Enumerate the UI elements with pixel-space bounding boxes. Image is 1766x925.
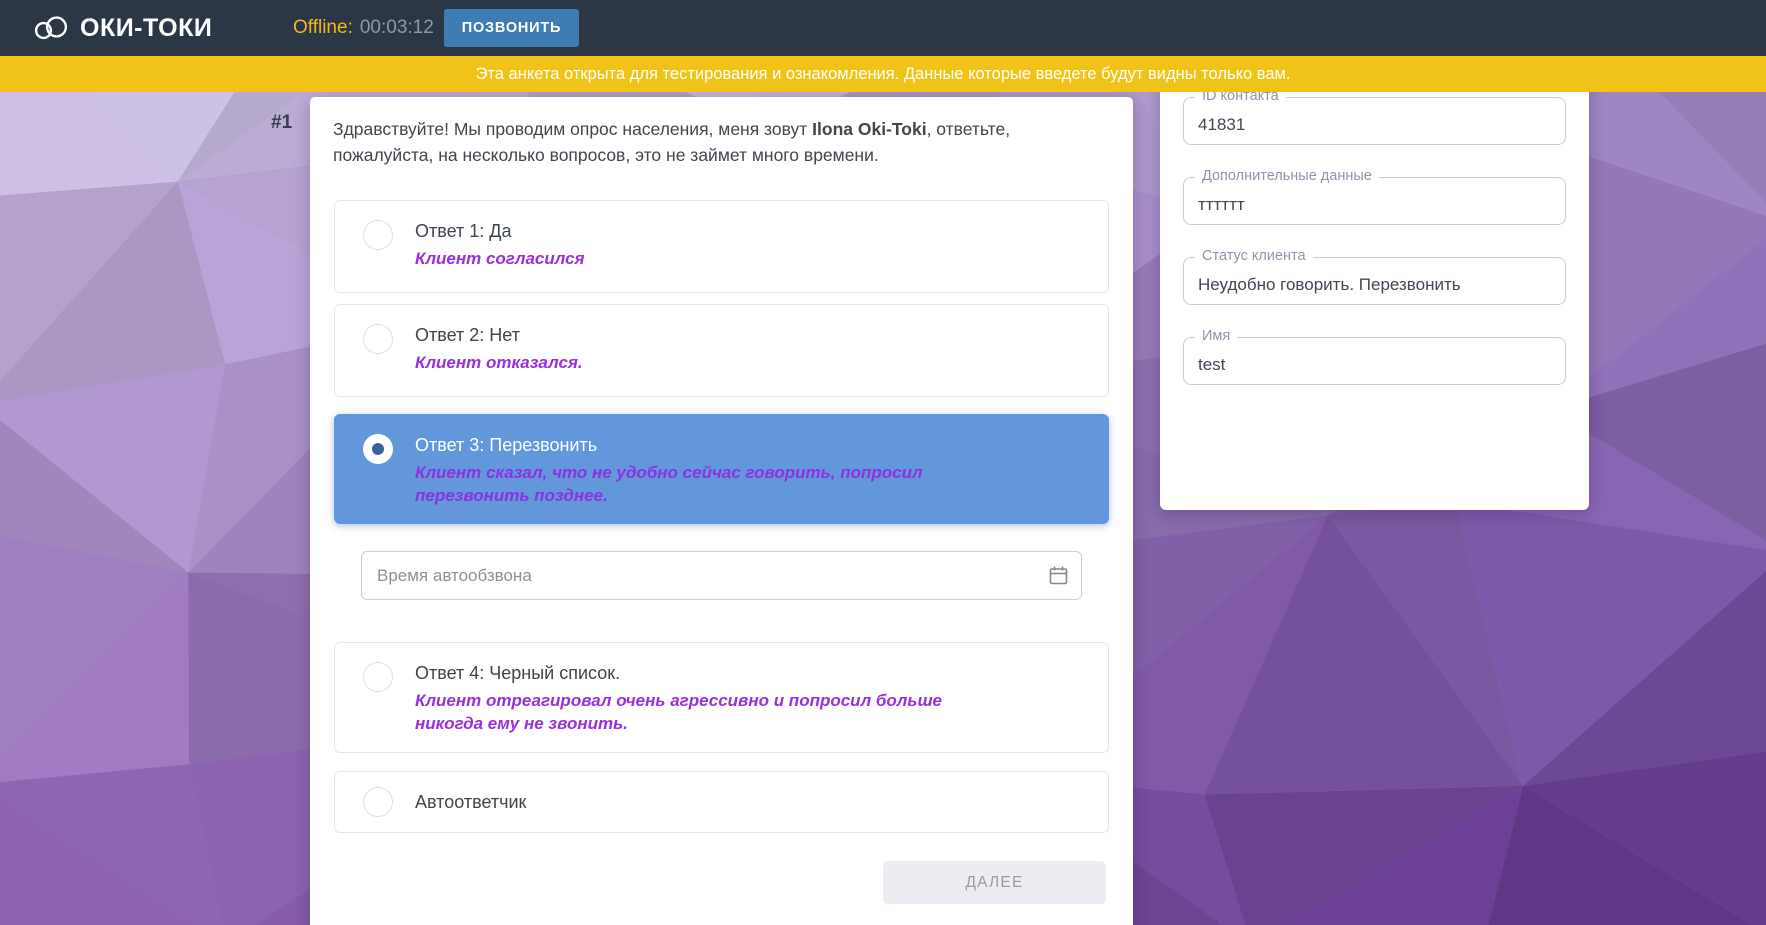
radio-unselected-icon[interactable] <box>363 787 393 817</box>
notice-banner-text: Эта анкета открыта для тестирования и оз… <box>476 65 1291 84</box>
question-text: Здравствуйте! Мы проводим опрос населени… <box>333 116 1053 168</box>
logo-text: ОКИ-ТОКИ <box>80 14 212 43</box>
notice-banner: Эта анкета открыта для тестирования и оз… <box>0 56 1766 92</box>
answer-title: Ответ 2: Нет <box>415 323 583 347</box>
client-name-input[interactable] <box>1184 338 1565 384</box>
extra-data-input[interactable] <box>1184 178 1565 224</box>
top-bar: ОКИ-ТОКИ Offline: 00:03:12 ПОЗВОНИТЬ <box>0 0 1766 56</box>
answer-description: Клиент отреагировал очень агрессивно и п… <box>415 689 970 735</box>
answer-option-content: Ответ 4: Черный список. Клиент отреагиро… <box>415 661 970 735</box>
answer-option-3-selected[interactable]: Ответ 3: Перезвонить Клиент сказал, что … <box>334 414 1109 524</box>
contact-panel: ID контакта Дополнительные данные Статус… <box>1160 70 1589 510</box>
field-label: Имя <box>1195 328 1237 344</box>
question-prefix: Здравствуйте! Мы проводим опрос населени… <box>333 119 812 139</box>
field-label: Дополнительные данные <box>1195 168 1379 184</box>
answer-options: Ответ 1: Да Клиент согласился Ответ 2: Н… <box>334 200 1109 904</box>
radio-unselected-icon[interactable] <box>363 324 393 354</box>
call-button[interactable]: ПОЗВОНИТЬ <box>444 9 579 47</box>
answer-option-1[interactable]: Ответ 1: Да Клиент согласился <box>334 200 1109 293</box>
question-agent-name: Ilona Oki-Toki <box>812 119 926 139</box>
status-timer: 00:03:12 <box>360 17 434 39</box>
answer-description: Клиент сказал, что не удобно сейчас гово… <box>415 461 970 507</box>
status-label: Offline: <box>293 17 353 39</box>
contact-field-status: Статус клиента <box>1183 257 1566 305</box>
answer-description: Клиент согласился <box>415 247 585 270</box>
answer-title: Автоответчик <box>415 790 526 814</box>
answer-option-content: Автоответчик <box>415 790 526 814</box>
survey-card: Здравствуйте! Мы проводим опрос населени… <box>310 97 1133 925</box>
app-window: ОКИ-ТОКИ Offline: 00:03:12 ПОЗВОНИТЬ Эта… <box>0 0 1766 925</box>
answer-title: Ответ 1: Да <box>415 219 585 243</box>
radio-selected-icon[interactable] <box>363 434 393 464</box>
answer-option-content: Ответ 2: Нет Клиент отказался. <box>415 323 583 374</box>
answer-option-content: Ответ 1: Да Клиент согласился <box>415 219 585 270</box>
answer-option-2[interactable]: Ответ 2: Нет Клиент отказался. <box>334 304 1109 397</box>
autodial-time-input[interactable] <box>361 551 1082 600</box>
contact-field-id: ID контакта <box>1183 97 1566 145</box>
connection-status: Offline: 00:03:12 <box>293 0 434 56</box>
logo: ОКИ-ТОКИ <box>32 0 212 56</box>
answer-title: Ответ 3: Перезвонить <box>415 433 970 457</box>
client-status-input[interactable] <box>1184 258 1565 304</box>
calendar-icon[interactable] <box>1048 565 1069 586</box>
contact-field-name: Имя <box>1183 337 1566 385</box>
answer-title: Ответ 4: Черный список. <box>415 661 970 685</box>
answer-option-5[interactable]: Автоответчик <box>334 771 1109 833</box>
autodial-time-row <box>361 551 1082 600</box>
contact-field-extra-data: Дополнительные данные <box>1183 177 1566 225</box>
answer-description: Клиент отказался. <box>415 351 583 374</box>
radio-unselected-icon[interactable] <box>363 220 393 250</box>
question-number: #1 <box>271 112 292 134</box>
answer-option-4[interactable]: Ответ 4: Черный список. Клиент отреагиро… <box>334 642 1109 753</box>
radio-unselected-icon[interactable] <box>363 662 393 692</box>
next-button[interactable]: ДАЛЕЕ <box>883 861 1106 904</box>
cloud-icon <box>32 14 70 42</box>
field-label: Статус клиента <box>1195 248 1313 264</box>
contact-id-input[interactable] <box>1184 98 1565 144</box>
answer-option-content: Ответ 3: Перезвонить Клиент сказал, что … <box>415 433 970 507</box>
